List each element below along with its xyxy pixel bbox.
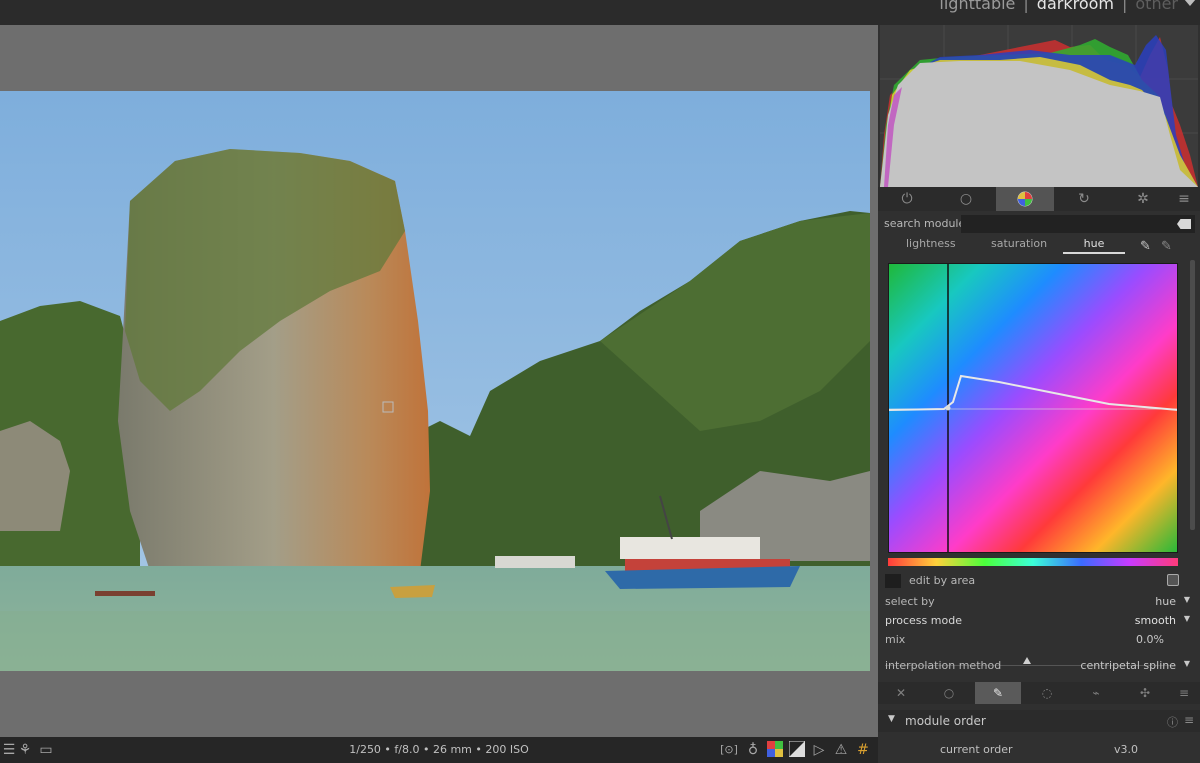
top-bar: lighttable | darkroom | other — [0, 0, 1200, 25]
tab-saturation[interactable]: saturation — [991, 237, 1047, 250]
color-assessment-graphic — [767, 741, 783, 757]
color-wheel-icon[interactable] — [996, 187, 1054, 211]
circle-icon[interactable]: ○ — [937, 187, 995, 211]
module-group-tabs: ⏻ ○ ↻ ✲ ≡ — [878, 187, 1200, 211]
swirl-icon[interactable]: ↻ — [1055, 187, 1113, 211]
blend-raster-mask-icon[interactable]: ✣ — [1122, 682, 1168, 704]
softproof-icon[interactable]: ▷ — [810, 741, 828, 759]
blend-off-icon[interactable]: ✕ — [878, 682, 924, 704]
panel-scrollbar[interactable] — [1190, 260, 1195, 530]
edit-by-area-label: edit by area — [909, 574, 976, 587]
process-mode-row[interactable]: process mode smooth ▼ — [878, 612, 1200, 630]
select-by-value[interactable]: hue — [1155, 595, 1176, 608]
expand-chevron-icon[interactable]: ▼ — [888, 714, 895, 724]
blend-drawn-mask-icon[interactable]: ✎ — [975, 682, 1021, 704]
chevron-down-icon: ▼ — [1183, 595, 1190, 604]
menu-icon[interactable]: ≡ — [1168, 187, 1200, 211]
collapse-top-panel-icon[interactable] — [1184, 0, 1196, 6]
select-by-row[interactable]: select by hue ▼ — [878, 593, 1200, 611]
chevron-down-icon: ▼ — [1183, 659, 1190, 668]
photo — [0, 91, 870, 671]
aperture-icon[interactable]: ✲ — [1114, 187, 1172, 211]
landscape-photo — [0, 91, 870, 671]
current-order-row: current order v3.0 — [878, 741, 1200, 761]
color-picker-icon[interactable]: ✎ — [1140, 239, 1151, 254]
search-input[interactable] — [961, 215, 1195, 233]
blend-uniform-icon[interactable]: ○ — [926, 682, 972, 704]
hue-scale-bar — [888, 558, 1178, 566]
color-assessment-icon[interactable] — [766, 741, 784, 759]
current-order-value: v3.0 — [1114, 743, 1139, 756]
area-picker-icon[interactable]: ✎ — [1161, 239, 1172, 254]
process-mode-label: process mode — [885, 614, 962, 627]
view-darkroom[interactable]: darkroom — [1037, 0, 1114, 13]
current-order-label: current order — [940, 743, 1013, 756]
tab-lightness[interactable]: lightness — [906, 237, 956, 250]
process-mode-value[interactable]: smooth — [1135, 614, 1176, 627]
gamut-warning-icon[interactable]: ⚠ — [832, 741, 850, 759]
view-switcher: lighttable | darkroom | other — [933, 0, 1184, 13]
view-separator: | — [1121, 0, 1128, 13]
channel-tabs: lightness saturation hue ✎ ✎ — [878, 235, 1200, 259]
mix-row: mix 0.0% — [878, 631, 1200, 649]
focus-peaking-icon[interactable]: [⊙] — [720, 741, 738, 759]
select-by-label: select by — [885, 595, 935, 608]
color-wheel-graphic — [1017, 191, 1033, 207]
edit-by-area-row: edit by area — [878, 572, 1200, 590]
chevron-down-icon: ▼ — [1183, 614, 1190, 623]
blend-drawn-parametric-icon[interactable]: ⌁ — [1073, 682, 1119, 704]
blend-menu-icon[interactable]: ≡ — [1168, 682, 1200, 704]
view-lighttable[interactable]: lighttable — [939, 0, 1015, 13]
image-canvas[interactable] — [0, 25, 878, 737]
hue-curve-editor[interactable] — [888, 263, 1178, 553]
interpolation-label: interpolation method — [885, 659, 1002, 672]
hue-curve-graph — [889, 264, 1177, 552]
view-separator: | — [1023, 0, 1029, 13]
search-row: search module — [878, 213, 1200, 235]
right-panel: ⏻ ○ ↻ ✲ ≡ search module lightness satura… — [878, 25, 1200, 763]
reset-icon[interactable]: ⓘ — [1167, 714, 1178, 730]
mix-value: 0.0% — [1136, 633, 1164, 646]
histogram[interactable] — [880, 25, 1198, 187]
module-order-title: module order — [905, 714, 986, 728]
tab-hue[interactable]: hue — [1063, 237, 1125, 254]
interpolation-value[interactable]: centripetal spline — [1080, 659, 1176, 672]
view-other[interactable]: other — [1135, 0, 1178, 13]
bottom-bar: ☰ ⚘ ▭ 1/250 • f/8.0 • 26 mm • 200 ISO [⊙… — [0, 737, 878, 763]
mask-display-icon[interactable] — [1167, 574, 1179, 586]
interpolation-row[interactable]: interpolation method centripetal spline … — [878, 657, 1200, 675]
search-label: search module — [884, 217, 966, 230]
edit-by-area-checkbox[interactable] — [885, 574, 901, 588]
module-order-header[interactable]: ▼ module order ⓘ ≡ — [878, 710, 1200, 732]
blend-mode-tabs: ✕ ○ ✎ ◌ ⌁ ✣ ≡ — [878, 682, 1200, 704]
over-exposure-graphic — [788, 740, 806, 758]
blend-parametric-mask-icon[interactable]: ◌ — [1024, 682, 1070, 704]
mix-label: mix — [885, 633, 906, 646]
power-icon[interactable]: ⏻ — [878, 187, 936, 211]
grid-guides-icon[interactable]: # — [854, 741, 872, 759]
presets-menu-icon[interactable]: ≡ — [1184, 713, 1194, 727]
histogram-graph — [880, 25, 1198, 187]
bulb-icon[interactable]: ♁ — [744, 741, 762, 759]
over-exposure-icon[interactable] — [788, 740, 806, 759]
